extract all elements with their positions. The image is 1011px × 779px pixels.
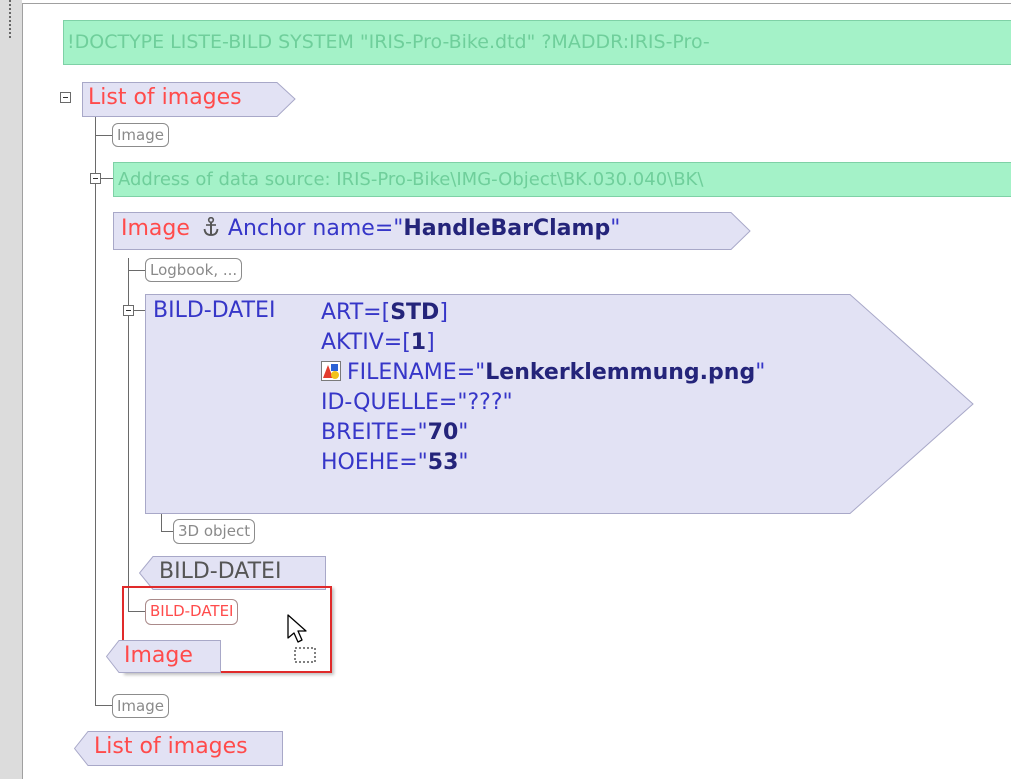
- bild-datei-label: BILD-DATEI: [153, 298, 276, 323]
- anchor-icon: [203, 216, 221, 243]
- editor-frame-left: [22, 3, 23, 779]
- bild-datei-new-label: BILD-DATEI: [150, 602, 234, 620]
- bild-datei-attributes: ART=[STD] AKTIV=[1] FILENAME="Lenkerklem…: [321, 298, 765, 478]
- quote-close: ": [610, 216, 621, 241]
- image-placeholder-top[interactable]: Image: [112, 123, 169, 147]
- editor-gutter: [0, 0, 22, 779]
- tree-line: [95, 705, 112, 706]
- image-placeholder-label: Image: [117, 697, 164, 715]
- bild-datei-new-placeholder[interactable]: BILD-DATEI: [145, 599, 239, 625]
- attr-art[interactable]: ART=[STD]: [321, 298, 765, 328]
- tree-line: [161, 531, 173, 532]
- attr-id-quelle[interactable]: ID-QUELLE="???": [321, 388, 765, 418]
- image-placeholder-bottom[interactable]: Image: [112, 694, 169, 718]
- list-of-images-close-label: List of images: [94, 734, 248, 759]
- image-close-label: Image: [124, 643, 193, 668]
- image-file-icon[interactable]: [321, 360, 341, 381]
- drag-cursor-icon: [287, 614, 319, 666]
- bild-datei-close-label: BILD-DATEI: [159, 559, 282, 584]
- image-label: Image: [121, 216, 190, 241]
- anchor-attr-name: Anchor name=: [227, 216, 394, 241]
- tree-line: [128, 270, 145, 271]
- editor-frame-top: [22, 3, 1011, 4]
- attr-breite[interactable]: BREITE="70": [321, 418, 765, 448]
- list-of-images-label: List of images: [88, 85, 242, 110]
- attr-aktiv[interactable]: AKTIV=[1]: [321, 328, 765, 358]
- tree-line: [95, 108, 96, 706]
- logbook-placeholder[interactable]: Logbook, ...: [145, 258, 243, 282]
- doctype-text: !DOCTYPE LISTE-BILD SYSTEM "IRIS-Pro-Bik…: [67, 31, 710, 53]
- logbook-placeholder-label: Logbook, ...: [150, 261, 238, 279]
- gutter-marker: [9, 0, 11, 40]
- anchor-attr-value[interactable]: HandleBarClamp: [403, 216, 610, 241]
- tree-line: [95, 135, 112, 136]
- expand-toggle[interactable]: [90, 173, 101, 184]
- image-placeholder-label: Image: [117, 126, 164, 144]
- quote-open: ": [393, 216, 404, 241]
- doctype-instruction[interactable]: !DOCTYPE LISTE-BILD SYSTEM "IRIS-Pro-Bik…: [63, 20, 1011, 65]
- collapse-toggle[interactable]: [60, 92, 71, 103]
- tree-line: [161, 514, 162, 532]
- address-comment[interactable]: Address of data source: IRIS-Pro-Bike\IM…: [113, 162, 1011, 197]
- attr-filename[interactable]: FILENAME="Lenkerklemmung.png": [321, 358, 765, 388]
- attr-hoehe[interactable]: HOEHE="53": [321, 448, 765, 478]
- 3d-object-placeholder[interactable]: 3D object: [173, 519, 256, 544]
- expand-toggle[interactable]: [123, 305, 134, 316]
- address-text: Address of data source: IRIS-Pro-Bike\IM…: [118, 169, 704, 190]
- 3d-object-placeholder-label: 3D object: [178, 522, 251, 540]
